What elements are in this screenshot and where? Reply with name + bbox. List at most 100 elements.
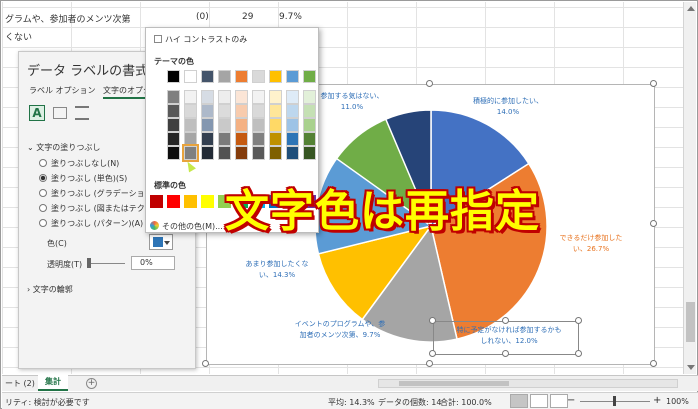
cell-row1-value1[interactable]: (0) — [196, 12, 209, 22]
standard-color-swatch[interactable] — [201, 195, 214, 208]
page-break-view-icon[interactable] — [550, 394, 568, 408]
theme-shade-swatch[interactable] — [184, 90, 197, 104]
standard-color-swatch[interactable] — [184, 195, 197, 208]
transparency-input[interactable]: 0% — [131, 256, 175, 270]
resize-handle[interactable] — [575, 317, 582, 324]
resize-handle[interactable] — [429, 350, 436, 357]
theme-shade-swatch[interactable] — [252, 118, 265, 132]
resize-handle[interactable] — [202, 360, 209, 367]
pie-data-label[interactable]: イベントのプログラムや、参 加者のメンツ次第、9.7% — [265, 319, 415, 341]
horizontal-scrollbar[interactable] — [378, 379, 678, 388]
theme-color-swatch[interactable] — [184, 70, 197, 83]
theme-shade-swatch[interactable] — [184, 118, 197, 132]
resize-handle[interactable] — [502, 317, 509, 324]
theme-shade-swatch[interactable] — [252, 90, 265, 104]
scroll-down-icon[interactable] — [687, 365, 695, 370]
zoom-out-icon[interactable]: − — [567, 395, 575, 406]
theme-shade-swatch[interactable] — [167, 90, 180, 104]
transparency-slider[interactable] — [89, 263, 125, 264]
theme-color-swatch[interactable] — [235, 70, 248, 83]
theme-shade-swatch[interactable] — [303, 132, 316, 146]
theme-color-swatch[interactable] — [201, 70, 214, 83]
theme-color-swatch[interactable] — [269, 70, 282, 83]
theme-shade-swatch[interactable] — [286, 90, 299, 104]
transparency-slider-knob[interactable] — [87, 258, 91, 268]
theme-shade-swatch[interactable] — [235, 104, 248, 118]
tab-text-options[interactable]: 文字のオプシ — [103, 85, 151, 99]
theme-shade-swatch[interactable] — [167, 118, 180, 132]
text-fill-outline-icon[interactable]: A — [29, 105, 45, 121]
text-effects-icon[interactable] — [53, 107, 67, 119]
theme-shade-swatch[interactable] — [269, 118, 282, 132]
tab-label-options[interactable]: ラベル オプション — [29, 85, 96, 96]
cell-row2-label[interactable]: くない — [5, 30, 32, 43]
theme-shade-swatch[interactable] — [218, 90, 231, 104]
section-text-fill[interactable]: ⌄ 文字の塗りつぶし — [27, 142, 100, 153]
cell-row1-value2[interactable]: 29 — [242, 12, 253, 22]
resize-handle[interactable] — [502, 350, 509, 357]
resize-handle[interactable] — [650, 80, 657, 87]
theme-shade-swatch[interactable] — [201, 146, 214, 160]
zoom-level[interactable]: 100% — [666, 397, 689, 406]
standard-color-swatch[interactable] — [167, 195, 180, 208]
accessibility-status[interactable]: リティ: 検討が必要です — [5, 397, 90, 408]
theme-shade-swatch[interactable] — [303, 90, 316, 104]
theme-shade-swatch[interactable] — [218, 146, 231, 160]
resize-handle[interactable] — [426, 360, 433, 367]
theme-shade-swatch[interactable] — [201, 90, 214, 104]
theme-shade-swatch[interactable] — [252, 146, 265, 160]
high-contrast-checkbox[interactable]: ハイ コントラストのみ — [154, 34, 247, 45]
theme-shade-swatch[interactable] — [218, 118, 231, 132]
pie-data-label[interactable]: 積極的に参加したい、 14.0% — [433, 96, 583, 118]
vertical-scroll-thumb[interactable] — [686, 302, 695, 342]
theme-shade-swatch[interactable] — [303, 104, 316, 118]
theme-shade-swatch[interactable] — [235, 90, 248, 104]
theme-shade-swatch[interactable] — [286, 104, 299, 118]
theme-shade-swatch[interactable] — [286, 132, 299, 146]
resize-handle[interactable] — [429, 317, 436, 324]
resize-handle[interactable] — [575, 350, 582, 357]
theme-shade-swatch[interactable] — [201, 118, 214, 132]
theme-color-swatch[interactable] — [252, 70, 265, 83]
add-sheet-button[interactable]: + — [86, 378, 97, 389]
color-picker-button[interactable] — [149, 234, 173, 250]
tab-sheet-2[interactable]: ート (2) — [5, 378, 35, 389]
theme-shade-swatch[interactable] — [235, 146, 248, 160]
theme-shade-swatch[interactable] — [167, 104, 180, 118]
cell-row1-label[interactable]: グラムや、参加者のメンツ次第 — [5, 12, 130, 25]
normal-view-icon[interactable] — [510, 394, 528, 408]
theme-shade-swatch[interactable] — [303, 118, 316, 132]
theme-shade-swatch[interactable] — [182, 144, 199, 162]
horizontal-scroll-thumb[interactable] — [399, 381, 509, 386]
theme-color-swatch[interactable] — [286, 70, 299, 83]
theme-color-swatch[interactable] — [167, 70, 180, 83]
theme-color-swatch[interactable] — [218, 70, 231, 83]
theme-shade-swatch[interactable] — [286, 146, 299, 160]
theme-shade-swatch[interactable] — [218, 104, 231, 118]
pie-data-label[interactable]: あまり参加したくな い、14.3% — [202, 259, 352, 281]
zoom-in-icon[interactable]: + — [653, 395, 661, 406]
theme-shade-swatch[interactable] — [235, 132, 248, 146]
scroll-up-icon[interactable] — [687, 6, 695, 11]
radio-no-fill[interactable]: 塗りつぶしなし(N) — [39, 158, 119, 169]
theme-shade-swatch[interactable] — [201, 104, 214, 118]
radio-solid-fill[interactable]: 塗りつぶし (単色)(S) — [39, 173, 127, 184]
tab-sheet-summary[interactable]: 集計 — [38, 375, 68, 391]
vertical-scrollbar[interactable] — [683, 2, 696, 374]
page-layout-view-icon[interactable] — [530, 394, 548, 408]
theme-shade-swatch[interactable] — [218, 132, 231, 146]
theme-color-swatch[interactable] — [303, 70, 316, 83]
theme-shade-swatch[interactable] — [235, 118, 248, 132]
theme-shade-swatch[interactable] — [252, 132, 265, 146]
radio-pattern-fill[interactable]: 塗りつぶし (パターン)(A) — [39, 218, 143, 229]
resize-handle[interactable] — [426, 80, 433, 87]
theme-shade-swatch[interactable] — [269, 146, 282, 160]
theme-shade-swatch[interactable] — [252, 104, 265, 118]
standard-color-swatch[interactable] — [150, 195, 163, 208]
theme-shade-swatch[interactable] — [269, 104, 282, 118]
theme-shade-swatch[interactable] — [286, 118, 299, 132]
textbox-icon[interactable] — [75, 106, 89, 120]
cell-row1-value3[interactable]: 9.7% — [279, 12, 302, 22]
theme-shade-swatch[interactable] — [201, 132, 214, 146]
section-text-outline[interactable]: › 文字の輪郭 — [27, 284, 73, 295]
